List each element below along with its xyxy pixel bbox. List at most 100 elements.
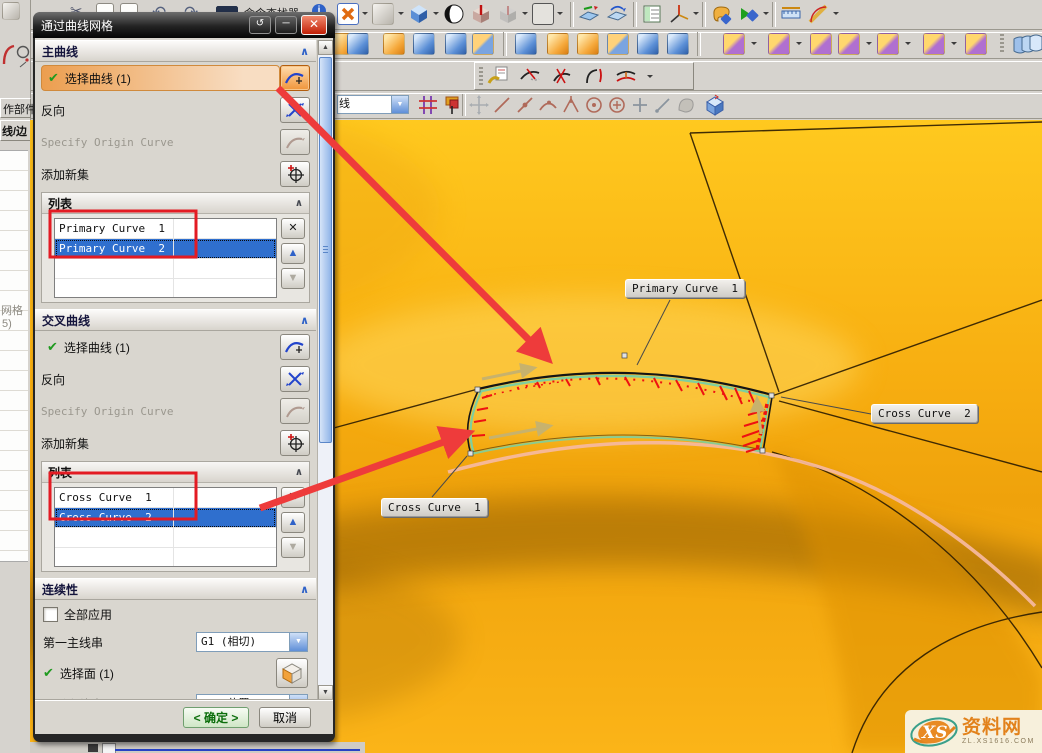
dropdown-caret-icon[interactable]	[796, 42, 802, 48]
edit-surface-icon[interactable]	[877, 33, 899, 55]
surface-toolbar-icon[interactable]	[472, 33, 494, 55]
render-play-icon[interactable]	[737, 3, 759, 25]
origin-curve-button[interactable]	[280, 398, 310, 424]
cancel-button[interactable]: 取消	[259, 707, 311, 728]
reverse-direction-button[interactable]	[280, 366, 310, 392]
list-header[interactable]: 列表 ∧	[42, 462, 309, 483]
collapse-icon[interactable]: ∧	[300, 314, 309, 327]
snap-point-icon[interactable]	[652, 94, 674, 116]
add-new-set-button[interactable]	[280, 430, 310, 456]
first-primary-dropdown[interactable]: G1 (相切) ▼	[196, 632, 308, 652]
primary-select-curve-step[interactable]: ✔ 选择曲线 (1)	[41, 65, 280, 91]
dropdown-caret-icon[interactable]	[866, 42, 872, 48]
primary-curve-1-label[interactable]: Primary Curve 1	[625, 279, 745, 298]
revolved-surface-icon[interactable]	[1012, 33, 1034, 55]
list-item-selected[interactable]: Primary Curve 2	[55, 239, 276, 259]
ruler-icon[interactable]	[780, 3, 802, 25]
protractor-icon[interactable]	[807, 3, 829, 25]
dropdown-caret-icon[interactable]	[763, 12, 769, 18]
move-down-button[interactable]: ▼	[281, 268, 305, 289]
edit-surface-icon[interactable]	[723, 33, 745, 55]
dropdown-caret-icon[interactable]	[398, 12, 404, 18]
primary-curves-section-header[interactable]: 主曲线 ∧	[35, 40, 316, 62]
edit-surface-icon[interactable]	[965, 33, 987, 55]
render-style-icon[interactable]	[443, 3, 465, 25]
edit-surface-icon[interactable]	[923, 33, 945, 55]
snap-point-icon[interactable]	[606, 94, 628, 116]
surface-toolbar-icon[interactable]	[445, 33, 467, 55]
curve-tool-icon[interactable]	[615, 65, 637, 87]
curve-tool-icon[interactable]	[519, 65, 541, 87]
collapse-icon[interactable]: ∧	[295, 467, 303, 478]
collapse-icon[interactable]: ∧	[300, 45, 309, 58]
combo-dropdown-icon[interactable]: ▼	[391, 96, 408, 113]
surface-toolbar-icon[interactable]	[637, 33, 659, 55]
select-face-button[interactable]	[276, 658, 308, 688]
surface-toolbar-icon[interactable]	[547, 33, 569, 55]
dropdown-caret-icon[interactable]	[905, 42, 911, 48]
palette-icon[interactable]	[710, 3, 732, 25]
surface-toolbar-icon[interactable]	[413, 33, 435, 55]
snap-point-icon[interactable]	[468, 94, 490, 116]
edit-surface-icon[interactable]	[768, 33, 790, 55]
origin-curve-button[interactable]	[280, 129, 310, 155]
background-color-icon[interactable]	[532, 3, 554, 25]
dropdown-caret-icon[interactable]	[522, 12, 528, 18]
sketch-curve-icon[interactable]	[2, 42, 16, 71]
move-up-button[interactable]: ▲	[281, 243, 305, 264]
circle-tool-icon[interactable]	[16, 44, 30, 71]
cross-curve-1-label[interactable]: Cross Curve 1	[381, 498, 488, 517]
close-button[interactable]: ✕	[301, 15, 327, 35]
surface-toolbar-icon[interactable]	[667, 33, 689, 55]
move-up-button[interactable]: ▲	[281, 512, 305, 533]
flag-snap-icon[interactable]	[441, 94, 463, 116]
surface-toolbar-icon[interactable]	[577, 33, 599, 55]
reverse-direction-button[interactable]	[280, 97, 310, 123]
remove-item-button[interactable]: ✕	[281, 218, 305, 239]
snap-point-icon[interactable]	[514, 94, 536, 116]
reset-button[interactable]: ↺	[249, 16, 271, 34]
list-item[interactable]	[55, 279, 276, 298]
toolbar-icon[interactable]	[2, 2, 20, 20]
list-header[interactable]: 列表 ∧	[42, 193, 309, 214]
dropdown-caret-icon[interactable]	[433, 12, 439, 18]
dialog-scrollbar[interactable]: ▲ ▼	[317, 40, 333, 700]
snap-point-icon[interactable]	[537, 94, 559, 116]
list-item[interactable]	[55, 528, 276, 548]
cross-select-curve-step[interactable]: ✔ 选择曲线 (1)	[41, 339, 280, 356]
curve-select-button[interactable]	[280, 334, 310, 360]
scrollbar-thumb[interactable]	[319, 57, 332, 443]
selection-filter-combo[interactable]: 线 ▼	[337, 95, 409, 114]
curve-tool-icon[interactable]	[551, 65, 573, 87]
continuity-section-header[interactable]: 连续性 ∧	[35, 578, 316, 600]
cross-curve-listbox[interactable]: Cross Curve 1 Cross Curve 2	[54, 487, 277, 567]
surface-toolbar-icon[interactable]	[347, 33, 369, 55]
csys-icon[interactable]	[668, 3, 690, 25]
snap-point-icon[interactable]	[583, 94, 605, 116]
primary-curve-listbox[interactable]: Primary Curve 1 Primary Curve 2	[54, 218, 277, 298]
cross-curve-2-label[interactable]: Cross Curve 2	[871, 404, 978, 423]
cross-curves-section-header[interactable]: 交叉曲线 ∧	[35, 309, 316, 331]
dropdown-caret-icon[interactable]	[557, 12, 563, 18]
snap-point-icon[interactable]	[629, 94, 651, 116]
snap-point-icon[interactable]	[560, 94, 582, 116]
rotate-object-icon[interactable]	[606, 3, 628, 25]
remove-item-button[interactable]: ✕	[281, 487, 305, 508]
curve-select-button[interactable]	[280, 65, 310, 91]
scroll-down-button[interactable]: ▼	[318, 685, 333, 700]
apply-all-checkbox[interactable]	[43, 607, 58, 622]
curve-tool-icon[interactable]	[583, 65, 605, 87]
information-list-icon[interactable]	[641, 3, 663, 25]
fit-view-icon[interactable]	[337, 3, 359, 25]
dropdown-caret-icon[interactable]	[362, 12, 368, 18]
edit-surface-icon[interactable]	[810, 33, 832, 55]
dropdown-icon[interactable]: ▼	[289, 633, 307, 651]
minimize-button[interactable]: ─	[275, 16, 297, 34]
thin-shaded-view-icon[interactable]	[372, 3, 394, 25]
dropdown-caret-icon[interactable]	[647, 75, 653, 81]
snap-point-icon[interactable]	[491, 94, 513, 116]
scroll-up-button[interactable]: ▲	[318, 40, 333, 55]
surface-toolbar-icon[interactable]	[607, 33, 629, 55]
list-item[interactable]: Cross Curve 1	[55, 488, 276, 508]
list-item[interactable]	[55, 259, 276, 279]
